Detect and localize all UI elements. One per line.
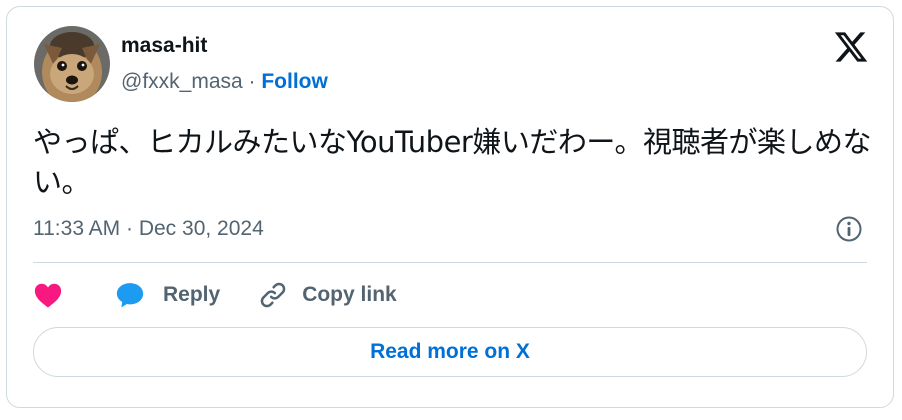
follow-button[interactable]: Follow — [261, 70, 328, 93]
author-avatar[interactable] — [34, 26, 110, 102]
speech-bubble-icon — [116, 283, 144, 308]
copy-link-button[interactable]: Copy link — [258, 280, 397, 310]
tweet-text: やっぱ、ヒカルみたいなYouTuber嫌いだわー。視聴者が楽しめない。 — [33, 125, 872, 199]
copy-link-label: Copy link — [302, 283, 397, 306]
info-icon[interactable] — [835, 215, 863, 243]
action-bar: Reply Copy link — [33, 277, 397, 313]
heart-icon — [34, 283, 62, 308]
author-handle-row: @fxxk_masa · Follow — [121, 70, 328, 94]
tweet-card: masa-hit @fxxk_masa · Follow やっぱ、ヒカルみたいな… — [6, 6, 894, 408]
dog-avatar-icon — [34, 26, 110, 102]
read-more-button[interactable]: Read more on X — [33, 327, 867, 377]
link-icon — [260, 282, 286, 308]
tweet-timestamp[interactable]: 11:33 AM · Dec 30, 2024 — [33, 217, 264, 241]
x-logo-icon[interactable] — [833, 29, 869, 65]
reply-button[interactable]: Reply — [115, 281, 220, 309]
reply-label: Reply — [163, 283, 221, 306]
divider — [33, 262, 867, 263]
author-handle[interactable]: @fxxk_masa — [121, 70, 243, 93]
handle-separator: · — [242, 70, 262, 93]
like-button[interactable] — [33, 281, 63, 309]
author-name[interactable]: masa-hit — [121, 34, 207, 58]
